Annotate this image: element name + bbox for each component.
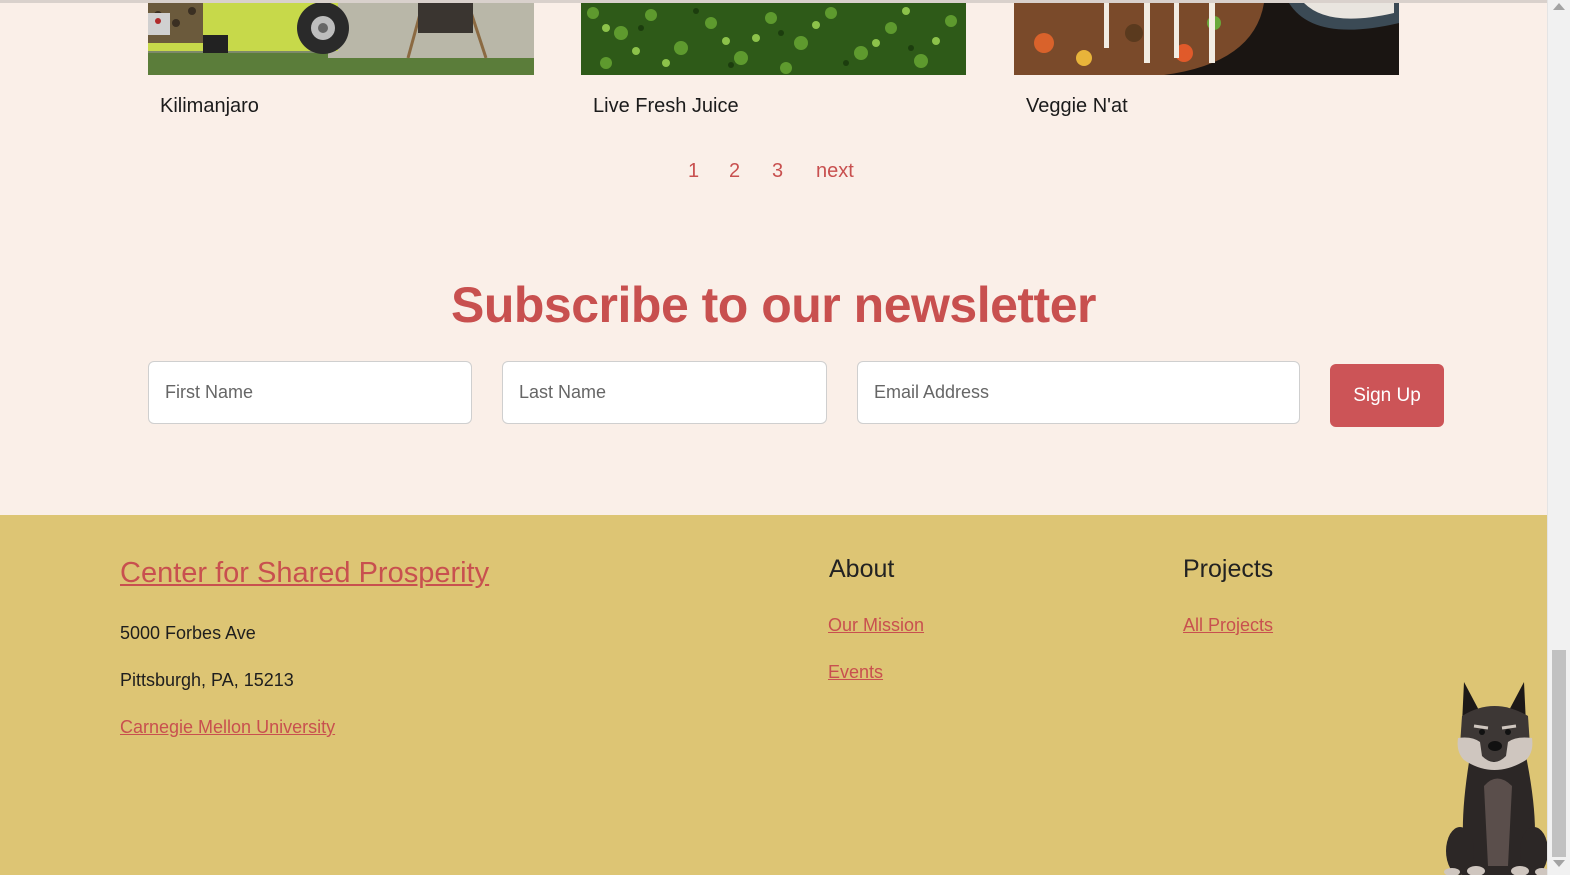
about-heading: About <box>829 555 895 583</box>
last-name-field[interactable] <box>502 361 827 424</box>
events-link[interactable]: Events <box>828 662 883 683</box>
scroll-thumb[interactable] <box>1552 650 1566 857</box>
card-title[interactable]: Live Fresh Juice <box>593 95 739 118</box>
project-card-live-fresh-juice[interactable]: Live Fresh Juice <box>581 3 966 117</box>
dog-mascot-icon[interactable] <box>1442 676 1549 875</box>
newsletter-title: Subscribe to our newsletter <box>451 277 1096 333</box>
org-name-link[interactable]: Center for Shared Prosperity <box>120 557 489 590</box>
project-image-green-wall[interactable] <box>581 3 966 75</box>
our-mission-link[interactable]: Our Mission <box>828 615 924 636</box>
pagination: 1 2 3 next <box>0 160 1547 190</box>
card-title[interactable]: Kilimanjaro <box>160 95 259 118</box>
sign-up-button[interactable]: Sign Up <box>1330 364 1444 427</box>
page-link-3[interactable]: 3 <box>772 160 783 183</box>
site-footer: Center for Shared Prosperity 5000 Forbes… <box>0 515 1547 875</box>
project-image-food-truck[interactable] <box>148 3 534 75</box>
page-link-2[interactable]: 2 <box>729 160 740 183</box>
scroll-down-icon[interactable] <box>1553 860 1565 867</box>
project-card-veggie-nat[interactable]: Veggie N'at <box>1014 3 1399 117</box>
scroll-up-icon[interactable] <box>1553 3 1565 10</box>
next-page-link[interactable]: next <box>816 160 854 183</box>
first-name-field[interactable] <box>148 361 472 424</box>
card-title[interactable]: Veggie N'at <box>1026 95 1128 118</box>
all-projects-link[interactable]: All Projects <box>1183 615 1273 636</box>
address-line-1: 5000 Forbes Ave <box>120 623 256 643</box>
projects-heading: Projects <box>1183 555 1274 583</box>
page-scrollbar[interactable] <box>1547 0 1570 875</box>
page-link-1[interactable]: 1 <box>688 160 699 183</box>
project-card-kilimanjaro[interactable]: Kilimanjaro <box>148 3 534 117</box>
email-field[interactable] <box>857 361 1300 424</box>
university-link[interactable]: Carnegie Mellon University <box>120 717 335 738</box>
address-line-2: Pittsburgh, PA, 15213 <box>120 670 294 690</box>
project-image-food-bowl[interactable] <box>1014 3 1399 75</box>
